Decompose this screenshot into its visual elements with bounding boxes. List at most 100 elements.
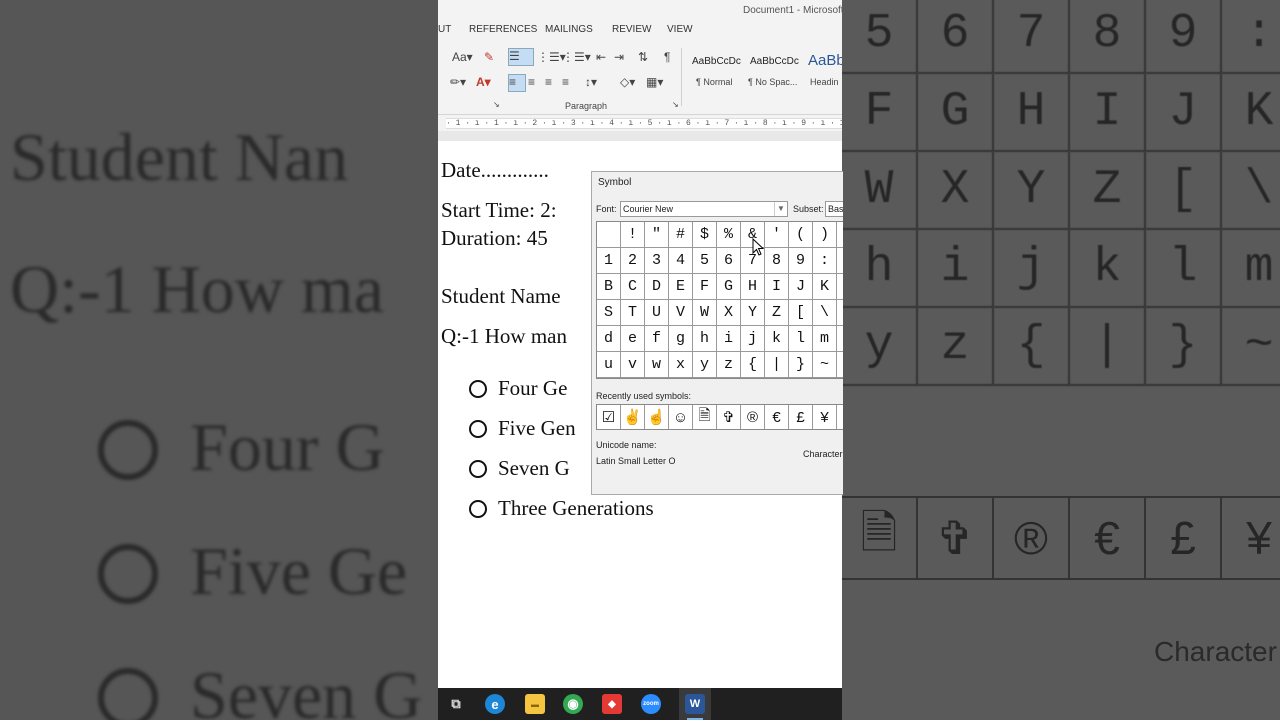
symbol-cell[interactable]: 2 [621,248,645,274]
symbol-cell[interactable]: 8 [765,248,789,274]
symbol-cell[interactable]: m [813,326,837,352]
symbol-cell[interactable]: $ [693,222,717,248]
tab-mailings[interactable]: MAILINGS [545,24,593,35]
symbol-cell[interactable]: j [741,326,765,352]
symbol-cell[interactable]: J [789,274,813,300]
recent-symbol[interactable]: € [765,405,789,429]
recent-symbol[interactable]: ☝ [645,405,669,429]
horizontal-ruler[interactable]: · 1 · ı · 1 · ı · 2 · ı · 3 · ı · 4 · ı … [438,115,842,131]
symbol-cell[interactable]: V [669,300,693,326]
symbol-cell[interactable]: T [621,300,645,326]
symbol-cell[interactable]: H [741,274,765,300]
symbol-cell[interactable]: { [741,352,765,378]
symbol-cell[interactable]: [ [789,300,813,326]
symbol-cell[interactable]: G [717,274,741,300]
symbol-cell[interactable]: k [765,326,789,352]
symbol-cell[interactable] [837,326,843,352]
symbol-cell[interactable] [837,222,843,248]
symbol-cell[interactable]: : [813,248,837,274]
recent-symbol[interactable]: ¥ [813,405,837,429]
paragraph-dialog-launcher-icon[interactable]: ↘ [672,100,679,109]
shading-icon[interactable]: ◇▾ [620,75,635,89]
symbol-cell[interactable]: E [669,274,693,300]
recent-symbol[interactable]: ® [741,405,765,429]
symbol-cell[interactable]: h [693,326,717,352]
symbol-cell[interactable]: # [669,222,693,248]
symbol-cell[interactable]: S [597,300,621,326]
style-no-spacing[interactable]: AaBbCcDc ¶ No Spac... [746,48,802,94]
align-center-icon[interactable]: ≡ [528,75,535,89]
highlight-color-icon[interactable]: ✏▾ [450,75,466,89]
symbol-cell[interactable]: ~ [813,352,837,378]
symbol-cell[interactable]: D [645,274,669,300]
file-explorer-icon[interactable]: ▬ [525,694,545,714]
style-heading[interactable]: AaBb Headin [804,48,842,94]
sort-icon[interactable]: ⇅ [638,50,648,64]
symbol-cell[interactable]: l [789,326,813,352]
symbol-cell[interactable]: w [645,352,669,378]
font-dropdown[interactable]: Courier New ▼ [620,201,788,217]
task-view-icon[interactable]: ⧉ [446,694,466,714]
tab-review[interactable]: REVIEW [612,24,651,35]
symbol-cell[interactable]: d [597,326,621,352]
font-color-icon[interactable]: A▾ [476,75,491,89]
clear-formatting-icon[interactable]: ✎ [484,50,494,64]
multilevel-list-icon[interactable]: ⋮☰▾ [562,50,591,64]
align-left-icon[interactable]: ≡ [508,74,526,92]
symbol-cell[interactable] [837,352,843,378]
symbol-cell[interactable]: 3 [645,248,669,274]
symbol-cell[interactable]: B [597,274,621,300]
symbol-cell[interactable]: ( [789,222,813,248]
symbol-cell[interactable]: W [693,300,717,326]
recent-symbol[interactable]: ☺ [669,405,693,429]
symbol-cell[interactable]: f [645,326,669,352]
edge-icon[interactable]: e [485,694,505,714]
symbol-cell[interactable]: g [669,326,693,352]
symbol-cell[interactable] [837,300,843,326]
symbol-cell[interactable]: U [645,300,669,326]
decrease-indent-icon[interactable]: ⇤ [596,50,606,64]
symbol-cell[interactable]: | [765,352,789,378]
symbol-cell[interactable]: e [621,326,645,352]
anydesk-icon[interactable]: ◆ [602,694,622,714]
symbol-cell[interactable]: F [693,274,717,300]
symbol-cell[interactable]: 9 [789,248,813,274]
style-normal[interactable]: AaBbCcDc ¶ Normal [688,48,744,94]
symbol-cell[interactable] [837,248,843,274]
symbol-cell[interactable] [837,274,843,300]
recent-symbol[interactable]: ☑ [597,405,621,429]
symbol-cell[interactable]: z [717,352,741,378]
symbol-cell[interactable]: 4 [669,248,693,274]
tab-view[interactable]: VIEW [667,24,693,35]
symbol-cell[interactable]: ' [765,222,789,248]
symbol-cell[interactable]: " [645,222,669,248]
symbol-cell[interactable] [597,222,621,248]
word-icon[interactable]: W [685,694,705,714]
symbol-cell[interactable]: X [717,300,741,326]
symbol-cell[interactable]: } [789,352,813,378]
recent-symbol[interactable]: ✌ [621,405,645,429]
align-right-icon[interactable]: ≡ [545,75,552,89]
symbol-cell[interactable]: 1 [597,248,621,274]
change-case-icon[interactable]: Aa▾ [452,50,473,64]
symbol-cell[interactable]: \ [813,300,837,326]
symbol-cell[interactable]: C [621,274,645,300]
show-formatting-icon[interactable]: ¶ [664,50,670,64]
symbol-cell[interactable]: x [669,352,693,378]
symbol-cell[interactable]: Z [765,300,789,326]
symbol-cell[interactable]: y [693,352,717,378]
tab-references[interactable]: REFERENCES [469,24,537,35]
justify-icon[interactable]: ≡ [562,75,569,89]
chevron-down-icon[interactable]: ▼ [774,202,787,216]
symbol-cell[interactable]: ! [621,222,645,248]
symbol-cell[interactable]: 6 [717,248,741,274]
symbol-cell[interactable]: ) [813,222,837,248]
bullets-icon[interactable]: ☰ [508,48,534,66]
font-dialog-launcher-icon[interactable]: ↘ [493,100,500,109]
symbol-cell[interactable]: u [597,352,621,378]
symbol-cell[interactable]: % [717,222,741,248]
recent-symbol[interactable]: £ [789,405,813,429]
symbol-cell[interactable]: 5 [693,248,717,274]
recent-symbol[interactable]: ✞ [717,405,741,429]
subset-dropdown[interactable]: Bas [825,201,843,217]
